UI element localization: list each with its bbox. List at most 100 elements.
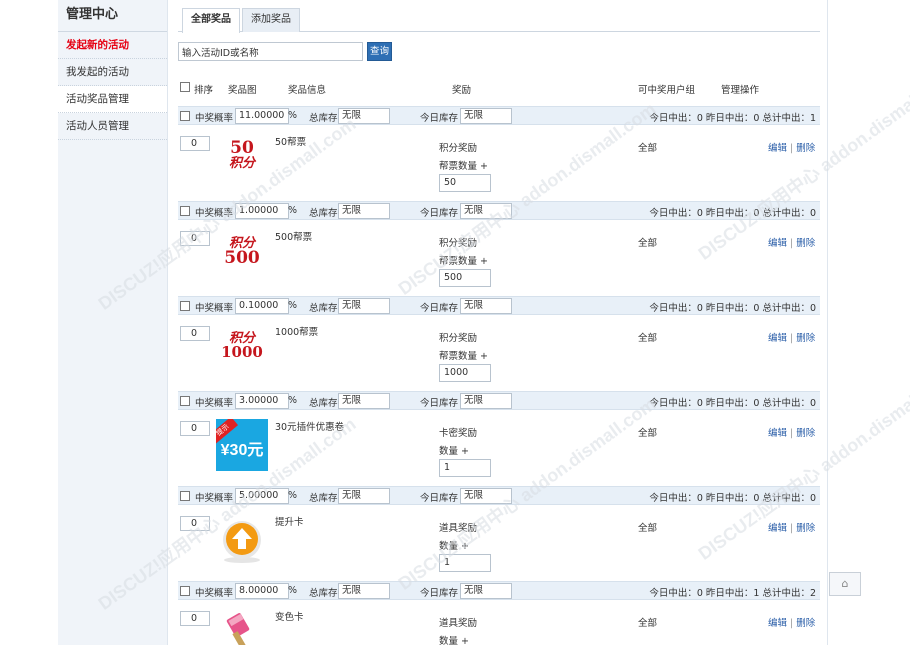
image-points-text: 积分 <box>228 156 255 171</box>
edit-link[interactable]: 编辑 <box>768 238 787 249</box>
order-input[interactable]: 0 <box>180 611 210 626</box>
edit-link[interactable]: 编辑 <box>768 143 787 154</box>
header-reward: 奖励 <box>452 85 472 96</box>
reward-value-input[interactable]: 1 <box>439 459 491 477</box>
rate-input[interactable]: 5.00000 <box>235 488 289 504</box>
order-input[interactable]: 0 <box>180 326 210 341</box>
total-stock-input[interactable]: 无限 <box>338 108 390 124</box>
order-input[interactable]: 0 <box>180 231 210 246</box>
checkbox-icon[interactable] <box>180 82 190 92</box>
today-stock-input[interactable]: 无限 <box>460 488 512 504</box>
total-stock-input[interactable]: 无限 <box>338 488 390 504</box>
action-separator: | <box>790 238 794 249</box>
row-actions: 编辑 | 删除 <box>768 235 815 249</box>
total-stock-label: 总库存 <box>309 493 338 504</box>
prize-name: 1000帮票 <box>275 327 319 338</box>
stats-text: 今日中出：0 昨日中出：0 总计中出：0 <box>649 493 816 504</box>
header-info: 奖品信息 <box>288 85 327 96</box>
action-separator: | <box>790 428 794 439</box>
reward-label: 帮票数量 + <box>439 351 488 362</box>
table-row: 中奖概率 11.00000 % 总库存 无限 今日库存 无限 今日中出：0 昨日… <box>178 106 820 201</box>
total-stock-input[interactable]: 无限 <box>338 393 390 409</box>
sidebar-item-member-management[interactable]: 活动人员管理 <box>58 113 167 140</box>
rate-label: 中奖概率 <box>195 113 234 124</box>
percent-label: % <box>288 110 298 121</box>
delete-link[interactable]: 删除 <box>796 618 815 629</box>
rate-input[interactable]: 1.00000 <box>235 203 289 219</box>
stats-text: 今日中出：0 昨日中出：0 总计中出：0 <box>649 398 816 409</box>
paint-brush-icon <box>226 613 250 645</box>
search-input[interactable] <box>178 42 363 61</box>
row-checkbox[interactable] <box>180 206 190 216</box>
rate-input[interactable]: 8.00000 <box>235 583 289 599</box>
delete-link[interactable]: 删除 <box>796 143 815 154</box>
row-settings-bar: 中奖概率 0.10000 % 总库存 无限 今日库存 无限 今日中出：0 昨日中… <box>178 296 820 315</box>
reward-value-input[interactable]: 1 <box>439 554 491 572</box>
row-checkbox[interactable] <box>180 491 190 501</box>
stats-text: 今日中出：0 昨日中出：0 总计中出：0 <box>649 208 816 219</box>
row-checkbox[interactable] <box>180 396 190 406</box>
delete-link[interactable]: 删除 <box>796 333 815 344</box>
rate-input[interactable]: 3.00000 <box>235 393 289 409</box>
total-stock-label: 总库存 <box>309 398 338 409</box>
today-stock-input[interactable]: 无限 <box>460 108 512 124</box>
today-stock-input[interactable]: 无限 <box>460 583 512 599</box>
row-checkbox[interactable] <box>180 111 190 121</box>
color-card-image <box>216 609 268 645</box>
today-stock-input[interactable]: 无限 <box>460 298 512 314</box>
delete-link[interactable]: 删除 <box>796 428 815 439</box>
table-row: 中奖概率 8.00000 % 总库存 无限 今日库存 无限 今日中出：0 昨日中… <box>178 581 820 645</box>
sidebar-item-my-activities[interactable]: 我发起的活动 <box>58 59 167 86</box>
edit-link[interactable]: 编辑 <box>768 428 787 439</box>
order-input[interactable]: 0 <box>180 421 210 436</box>
today-stock-input[interactable]: 无限 <box>460 393 512 409</box>
row-actions: 编辑 | 删除 <box>768 330 815 344</box>
rate-input[interactable]: 0.10000 <box>235 298 289 314</box>
reward-value-input[interactable]: 1000 <box>439 364 491 382</box>
total-stock-input[interactable]: 无限 <box>338 203 390 219</box>
action-separator: | <box>790 523 794 534</box>
row-checkbox[interactable] <box>180 586 190 596</box>
edit-link[interactable]: 编辑 <box>768 333 787 344</box>
rate-input[interactable]: 11.00000 <box>235 108 289 124</box>
tab-add-prize[interactable]: 添加奖品 <box>242 8 300 32</box>
delete-link[interactable]: 删除 <box>796 523 815 534</box>
reward-value-input[interactable]: 50 <box>439 174 491 192</box>
total-stock-input[interactable]: 无限 <box>338 583 390 599</box>
table-row: 中奖概率 0.10000 % 总库存 无限 今日库存 无限 今日中出：0 昨日中… <box>178 296 820 391</box>
prize-name: 50帮票 <box>275 137 307 148</box>
total-stock-label: 总库存 <box>309 208 338 219</box>
sidebar-item-new-activity[interactable]: 发起新的活动 <box>58 32 167 59</box>
back-to-top-button[interactable]: ⌂ <box>829 572 861 596</box>
coupon-amount: ¥30元 <box>220 442 264 459</box>
edit-link[interactable]: 编辑 <box>768 618 787 629</box>
reward-value-input[interactable]: 500 <box>439 269 491 287</box>
rate-label: 中奖概率 <box>195 493 234 504</box>
sidebar-item-prize-management[interactable]: 活动奖品管理 <box>58 86 167 113</box>
edit-link[interactable]: 编辑 <box>768 523 787 534</box>
total-stock-label: 总库存 <box>309 588 338 599</box>
tab-bar: 全部奖品 添加奖品 <box>178 8 820 33</box>
tab-all-prizes[interactable]: 全部奖品 <box>182 8 240 33</box>
order-input[interactable]: 0 <box>180 516 210 531</box>
table-header: 排序 奖品图 奖品信息 奖励 可中奖用户组 管理操作 <box>178 80 820 98</box>
total-stock-input[interactable]: 无限 <box>338 298 390 314</box>
today-stock-input[interactable]: 无限 <box>460 203 512 219</box>
row-actions: 编辑 | 删除 <box>768 140 815 154</box>
header-order: 排序 <box>194 85 214 96</box>
reward-type: 道具奖励 <box>439 618 478 629</box>
header-group: 可中奖用户组 <box>638 85 696 96</box>
delete-link[interactable]: 删除 <box>796 238 815 249</box>
today-stock-label: 今日库存 <box>420 303 459 314</box>
search-button[interactable]: 查询 <box>367 42 392 61</box>
row-checkbox[interactable] <box>180 301 190 311</box>
select-all-checkbox[interactable] <box>180 82 194 94</box>
percent-label: % <box>288 585 298 596</box>
percent-label: % <box>288 395 298 406</box>
order-input[interactable]: 0 <box>180 136 210 151</box>
action-separator: | <box>790 618 794 629</box>
reward-label: 数量 + <box>439 636 469 645</box>
row-settings-bar: 中奖概率 8.00000 % 总库存 无限 今日库存 无限 今日中出：0 昨日中… <box>178 581 820 600</box>
coupon-image: 提示 ¥30元 <box>216 419 268 471</box>
percent-label: % <box>288 490 298 501</box>
